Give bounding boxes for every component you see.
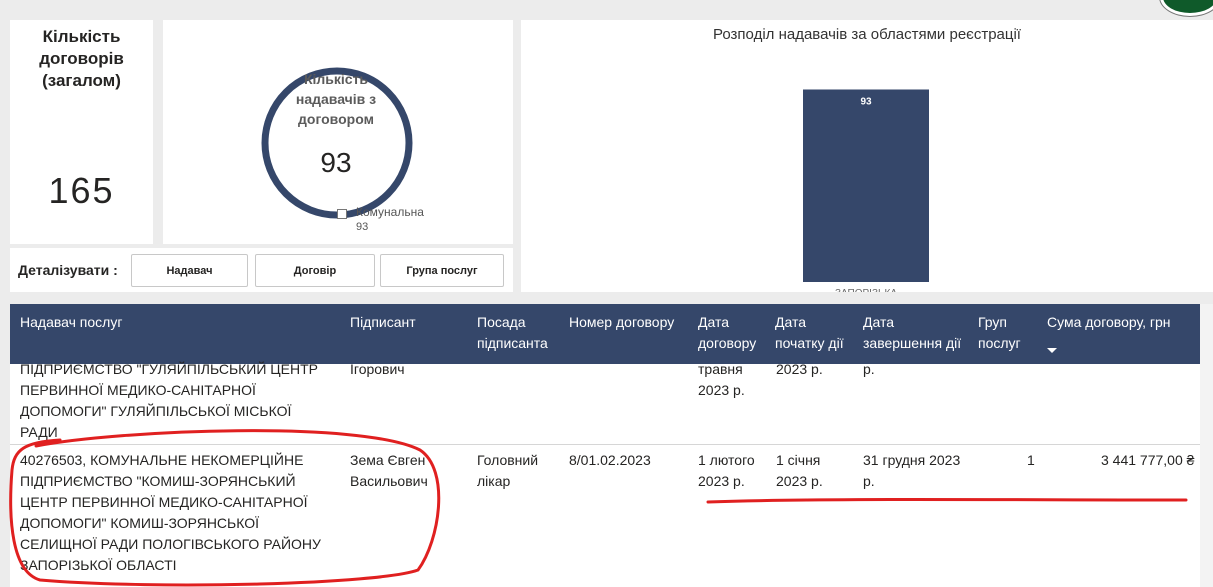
header-line: Дата	[775, 314, 807, 330]
contracts-table: Надавач послуг Підписант Посада підписан…	[10, 304, 1213, 587]
cell-line: 1 лютого	[698, 452, 755, 468]
header-line: Дата	[863, 314, 895, 330]
drill-service-group-button[interactable]: Група послуг	[380, 254, 504, 287]
header-provider[interactable]: Надавач послуг	[20, 312, 122, 333]
cell-line: 40276503, КОМУНАЛЬНЕ НЕКОМЕРЦІЙНЕ	[20, 452, 304, 468]
cell-line: 2023 р.	[776, 473, 823, 489]
cell-start-date: 2023 р.	[776, 361, 823, 377]
cell-contract-sum: 3 441 777,00 ₴	[1101, 452, 1195, 468]
cell-contract-date: 1 лютого 2023 р.	[698, 450, 755, 492]
kpi-total-contracts-card: Кількість договорів (загалом) 165	[10, 20, 153, 244]
header-line: підписанта	[477, 335, 548, 351]
kpi-providers-card: Кількість надавачів з договором 93 Комун…	[163, 20, 513, 244]
cell-line: ПІДПРИЄМСТВО "ГУЛЯЙПІЛЬСЬКИЙ ЦЕНТР	[20, 361, 318, 377]
header-end-date[interactable]: Дата завершення дії	[863, 312, 961, 354]
logo-fragment	[1160, 0, 1213, 16]
cell-line: ЦЕНТР ПЕРВИННОЇ МЕДИКО-САНІТАРНОЇ	[20, 494, 308, 510]
cell-line: р.	[863, 473, 875, 489]
drill-label: Деталізувати :	[18, 262, 118, 278]
kpi-total-contracts-title: Кількість договорів (загалом)	[10, 26, 153, 92]
cell-line: ПЕРВИННОЇ МЕДИКО-САНІТАРНОЇ	[20, 382, 256, 398]
cell-line: 1 січня	[776, 452, 821, 468]
cell-line: Зема Євген	[350, 452, 426, 468]
kpi-providers-title: Кількість надавачів з договором	[281, 69, 391, 129]
cell-start-date: 1 січня 2023 р.	[776, 450, 823, 492]
header-line: завершення дії	[863, 335, 962, 351]
header-signer[interactable]: Підписант	[350, 312, 416, 333]
header-contract-sum[interactable]: Сума договору, грн	[1047, 312, 1171, 333]
cell-position: Головний лікар	[477, 450, 538, 492]
sort-desc-icon[interactable]	[1047, 348, 1057, 353]
cell-provider: ПІДПРИЄМСТВО "ГУЛЯЙПІЛЬСЬКИЙ ЦЕНТР ПЕРВИ…	[20, 359, 318, 443]
cell-line: Головний	[477, 452, 539, 468]
cell-line: ДОПОМОГИ" КОМИШ-ЗОРЯНСЬКОЇ	[20, 515, 259, 531]
table-scrollbar[interactable]	[1200, 304, 1213, 587]
cell-line: 31 грудня 2023	[863, 452, 961, 468]
cell-line: лікар	[477, 473, 511, 489]
cell-line: РАДИ	[20, 424, 58, 440]
cell-end-date: 31 грудня 2023 р.	[863, 450, 960, 492]
region-distribution-chart-card: Розподіл надавачів за областями реєстрац…	[521, 20, 1213, 292]
cell-line: ДОПОМОГИ" ГУЛЯЙПІЛЬСЬКОЇ МІСЬКОЇ	[20, 403, 292, 419]
header-line: Посада	[477, 314, 526, 330]
drill-down-bar: Деталізувати : Надавач Договір Група пос…	[10, 248, 513, 292]
cell-line: Васильович	[350, 473, 428, 489]
header-line: початку дії	[775, 335, 844, 351]
cell-line: травня	[698, 361, 743, 377]
cell-line: ПІДПРИЄМСТВО "КОМИШ-ЗОРЯНСЬКИЙ	[20, 473, 296, 489]
header-contract-date[interactable]: Дата договору	[698, 312, 756, 354]
legend-label: Комунальна	[356, 205, 424, 219]
bar-запорізька[interactable]	[803, 89, 929, 283]
header-service-groups[interactable]: Груп послуг	[978, 312, 1021, 354]
cell-signer: Ігорович	[350, 361, 405, 377]
header-position[interactable]: Посада підписанта	[477, 312, 548, 354]
cell-signer: Зема Євген Васильович	[350, 450, 438, 492]
kpi-total-contracts-value: 165	[48, 170, 115, 211]
region-bar-chart: 93 ЗАПОРІЗЬКА	[803, 89, 929, 292]
header-contract-number[interactable]: Номер договору	[569, 312, 674, 333]
kpi-title-line: Кількість	[42, 27, 121, 46]
cell-service-groups: 1	[1027, 452, 1035, 468]
header-line: Дата	[698, 314, 730, 330]
row-divider	[10, 444, 1205, 445]
cell-provider: 40276503, КОМУНАЛЬНЕ НЕКОМЕРЦІЙНЕ ПІДПРИ…	[20, 450, 321, 576]
cell-end-date: р.	[863, 361, 875, 377]
table-header: Надавач послуг Підписант Посада підписан…	[10, 304, 1205, 364]
drill-contract-button[interactable]: Договір	[255, 254, 375, 287]
cell-line: ЗАПОРІЗЬКОЇ ОБЛАСТІ	[20, 557, 177, 573]
header-line: послуг	[978, 335, 1021, 351]
kpi-title-line: договором	[298, 111, 374, 127]
legend-value: 93	[356, 221, 369, 233]
kpi-title-line: надавачів з	[295, 91, 377, 107]
cell-line: 2023 р.	[698, 473, 745, 489]
kpi-title-line: (загалом)	[42, 71, 121, 90]
cell-line: СЕЛИЩНОЇ РАДИ ПОЛОГІВСЬКОГО РАЙОНУ	[20, 536, 321, 552]
drill-provider-button[interactable]: Надавач	[131, 254, 248, 287]
header-line: Груп	[978, 314, 1008, 330]
kpi-title-line: Кількість	[303, 71, 369, 87]
cell-contract-number: 8/01.02.2023	[569, 452, 651, 468]
kpi-title-line: договорів	[39, 49, 124, 68]
legend-swatch	[337, 209, 347, 219]
kpi-providers-value: 93	[320, 147, 352, 178]
cell-line: 2023 р.	[698, 382, 745, 398]
cell-contract-date: травня 2023 р.	[698, 359, 745, 401]
bar-data-label: 93	[860, 96, 872, 107]
header-start-date[interactable]: Дата початку дії	[775, 312, 844, 354]
header-line: договору	[698, 335, 757, 351]
x-tick-label: ЗАПОРІЗЬКА	[835, 288, 897, 292]
